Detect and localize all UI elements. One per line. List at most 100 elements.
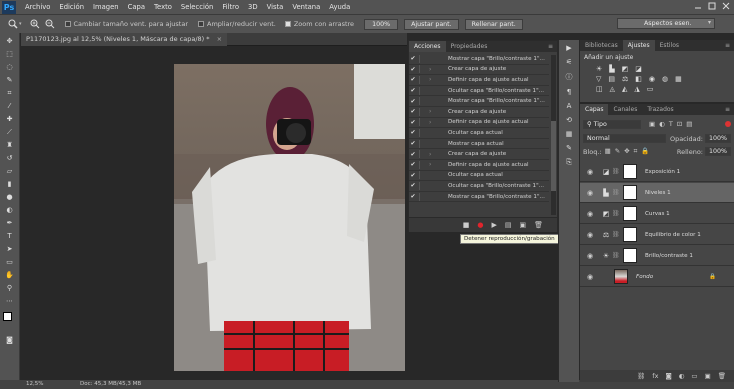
check-icon[interactable]: ✔	[409, 129, 417, 136]
link-icon[interactable]: ⛓	[612, 168, 620, 175]
menu-ayuda[interactable]: Ayuda	[329, 3, 350, 11]
layer-filter-icons[interactable]: ▣◐T⊡▤	[649, 120, 696, 128]
panel-menu-icon[interactable]: ≡	[721, 104, 734, 115]
levels-icon[interactable]: ▙	[600, 189, 612, 197]
action-item[interactable]: ✔ › Crear capa de ajuste	[409, 65, 549, 76]
clone-source-icon[interactable]: ⎘	[564, 158, 574, 167]
scrubby-zoom-option[interactable]: Zoom con arrastre	[284, 20, 354, 28]
zoom-out-icon[interactable]	[45, 19, 55, 29]
rectangle-tool-icon[interactable]: ▭	[4, 257, 16, 267]
eraser-tool-icon[interactable]: ▱	[4, 166, 16, 176]
lock-icons[interactable]: ▦✎✥⌗🔒	[605, 147, 654, 156]
color-balance-icon[interactable]: ⚖	[600, 231, 612, 239]
layer-name[interactable]: Niveles 1	[645, 190, 671, 196]
menu-3d[interactable]: 3D	[248, 3, 258, 11]
vibrance-icon[interactable]: ▽	[596, 75, 601, 83]
tab-propiedades[interactable]: Propiedades	[446, 41, 493, 52]
visibility-eye-icon[interactable]: ◉	[584, 189, 596, 197]
zoom-tool-icon[interactable]: ⚲	[4, 283, 16, 293]
lock-icon[interactable]: 🔒	[709, 274, 716, 280]
action-item[interactable]: ✔ Mostrar capa actual	[409, 139, 549, 150]
visibility-eye-icon[interactable]: ◉	[584, 168, 596, 176]
action-item[interactable]: ✔ Mostrar capa "Brillo/contraste 1"...	[409, 192, 549, 203]
fit-screen-button[interactable]: Ajustar pant.	[404, 18, 459, 30]
zoom-level[interactable]: 12,5%	[26, 381, 43, 387]
workspace-switcher[interactable]: Aspectos esen.	[617, 18, 715, 29]
check-icon[interactable]: ✔	[409, 172, 417, 179]
opacity-input[interactable]: 100%	[704, 134, 731, 143]
lasso-tool-icon[interactable]: ◌	[4, 62, 16, 72]
visibility-eye-icon[interactable]: ◉	[584, 252, 596, 260]
dialog-toggle[interactable]	[419, 160, 427, 169]
path-selection-tool-icon[interactable]: ➤	[4, 244, 16, 254]
exposure-icon[interactable]: ◪	[600, 168, 612, 176]
new-set-icon[interactable]: ▤	[505, 221, 512, 229]
action-item[interactable]: ✔ › Definir capa de ajuste actual	[409, 118, 549, 129]
chevron-right-icon[interactable]: ›	[429, 66, 436, 73]
eyedropper-tool-icon[interactable]: ⁄	[4, 101, 16, 111]
action-item[interactable]: ✔ › Definir capa de ajuste actual	[409, 75, 549, 86]
blend-mode-select[interactable]: Normal	[583, 134, 666, 143]
marquee-tool-icon[interactable]: ⬚	[4, 49, 16, 59]
sliders-icon[interactable]: ⚟	[564, 58, 574, 66]
color-balance-icon[interactable]: ⚖	[622, 75, 628, 83]
resize-windows-option[interactable]: Cambiar tamaño vent. para ajustar	[64, 20, 188, 28]
layer-name[interactable]: Exposición 1	[645, 169, 680, 175]
play-icon[interactable]: ▶	[491, 221, 496, 229]
healing-brush-tool-icon[interactable]: ✚	[4, 114, 16, 124]
hue-saturation-icon[interactable]: ▤	[608, 75, 615, 83]
layer-thumbnail[interactable]	[614, 269, 628, 284]
pen-tool-icon[interactable]: ✒	[4, 218, 16, 228]
layer-row[interactable]: ◉ Fondo 🔒	[580, 267, 734, 287]
history-brush-tool-icon[interactable]: ↺	[4, 153, 16, 163]
new-adjustment-icon[interactable]: ◐	[679, 372, 685, 380]
chevron-right-icon[interactable]: ›	[429, 108, 436, 115]
action-item[interactable]: ✔ Mostrar capa "Brillo/contraste 1"...	[409, 96, 549, 107]
dialog-toggle[interactable]	[419, 75, 427, 84]
action-item[interactable]: ✔ Mostrar capa "Brillo/contraste 1"...	[409, 54, 549, 65]
check-icon[interactable]: ✔	[409, 182, 417, 189]
paragraph-icon[interactable]: ¶	[564, 88, 574, 96]
levels-icon[interactable]: ▙	[609, 65, 614, 73]
dodge-tool-icon[interactable]: ◐	[4, 205, 16, 215]
document-size[interactable]: Doc: 45,3 MB/45,3 MB	[80, 381, 141, 387]
brush-tool-icon[interactable]: ⟋	[4, 127, 16, 137]
zoom-all-checkbox[interactable]	[198, 21, 205, 27]
check-icon[interactable]: ✔	[409, 55, 417, 62]
panel-menu-icon[interactable]: ≡	[544, 41, 557, 52]
color-swatches[interactable]	[0, 310, 20, 332]
action-item[interactable]: ✔ Ocultar capa actual	[409, 128, 549, 139]
resize-windows-checkbox[interactable]	[64, 21, 71, 27]
chevron-down-icon[interactable]: ▾	[19, 21, 22, 27]
play-panel-icon[interactable]: ▶	[564, 44, 574, 52]
move-tool-icon[interactable]: ✥	[4, 36, 16, 46]
menu-ventana[interactable]: Ventana	[292, 3, 320, 11]
action-item[interactable]: ✔ › Definir capa de ajuste actual	[409, 160, 549, 171]
layer-row[interactable]: ◉ ◩ ⛓ Curvas 1	[580, 204, 734, 224]
menu-vista[interactable]: Vista	[267, 3, 284, 11]
layer-name[interactable]: Equilibrio de color 1	[645, 232, 701, 238]
close-tab-icon[interactable]: ×	[217, 35, 222, 43]
quick-selection-tool-icon[interactable]: ✎	[4, 75, 16, 85]
add-mask-icon[interactable]: ◙	[665, 372, 671, 380]
zoom-100-button[interactable]: 100%	[364, 18, 399, 30]
invert-icon[interactable]: ◫	[596, 85, 603, 93]
action-item[interactable]: ✔ Ocultar capa "Brillo/contraste 1"...	[409, 86, 549, 97]
fill-input[interactable]: 100%	[704, 147, 731, 156]
record-icon[interactable]: ●	[477, 221, 483, 229]
layer-mask-thumbnail[interactable]	[623, 206, 637, 221]
fx-icon[interactable]: fx	[652, 372, 658, 380]
link-icon[interactable]: ⛓	[612, 252, 620, 259]
visibility-eye-icon[interactable]: ◉	[584, 273, 596, 281]
zoom-tool-icon[interactable]	[8, 19, 18, 29]
zoom-all-option[interactable]: Ampliar/reducir vent.	[198, 20, 276, 28]
channel-mixer-icon[interactable]: ◍	[662, 75, 668, 83]
color-lookup-icon[interactable]: ▦	[675, 75, 682, 83]
chevron-down-icon[interactable]: ▾	[708, 19, 711, 26]
chevron-right-icon[interactable]: ›	[429, 151, 436, 158]
edit-toolbar-icon[interactable]: ⋯	[4, 296, 16, 306]
black-white-icon[interactable]: ◧	[635, 75, 642, 83]
clone-stamp-tool-icon[interactable]: ♜	[4, 140, 16, 150]
brushes-icon[interactable]: ✎	[564, 144, 574, 152]
dialog-toggle[interactable]	[419, 150, 427, 159]
